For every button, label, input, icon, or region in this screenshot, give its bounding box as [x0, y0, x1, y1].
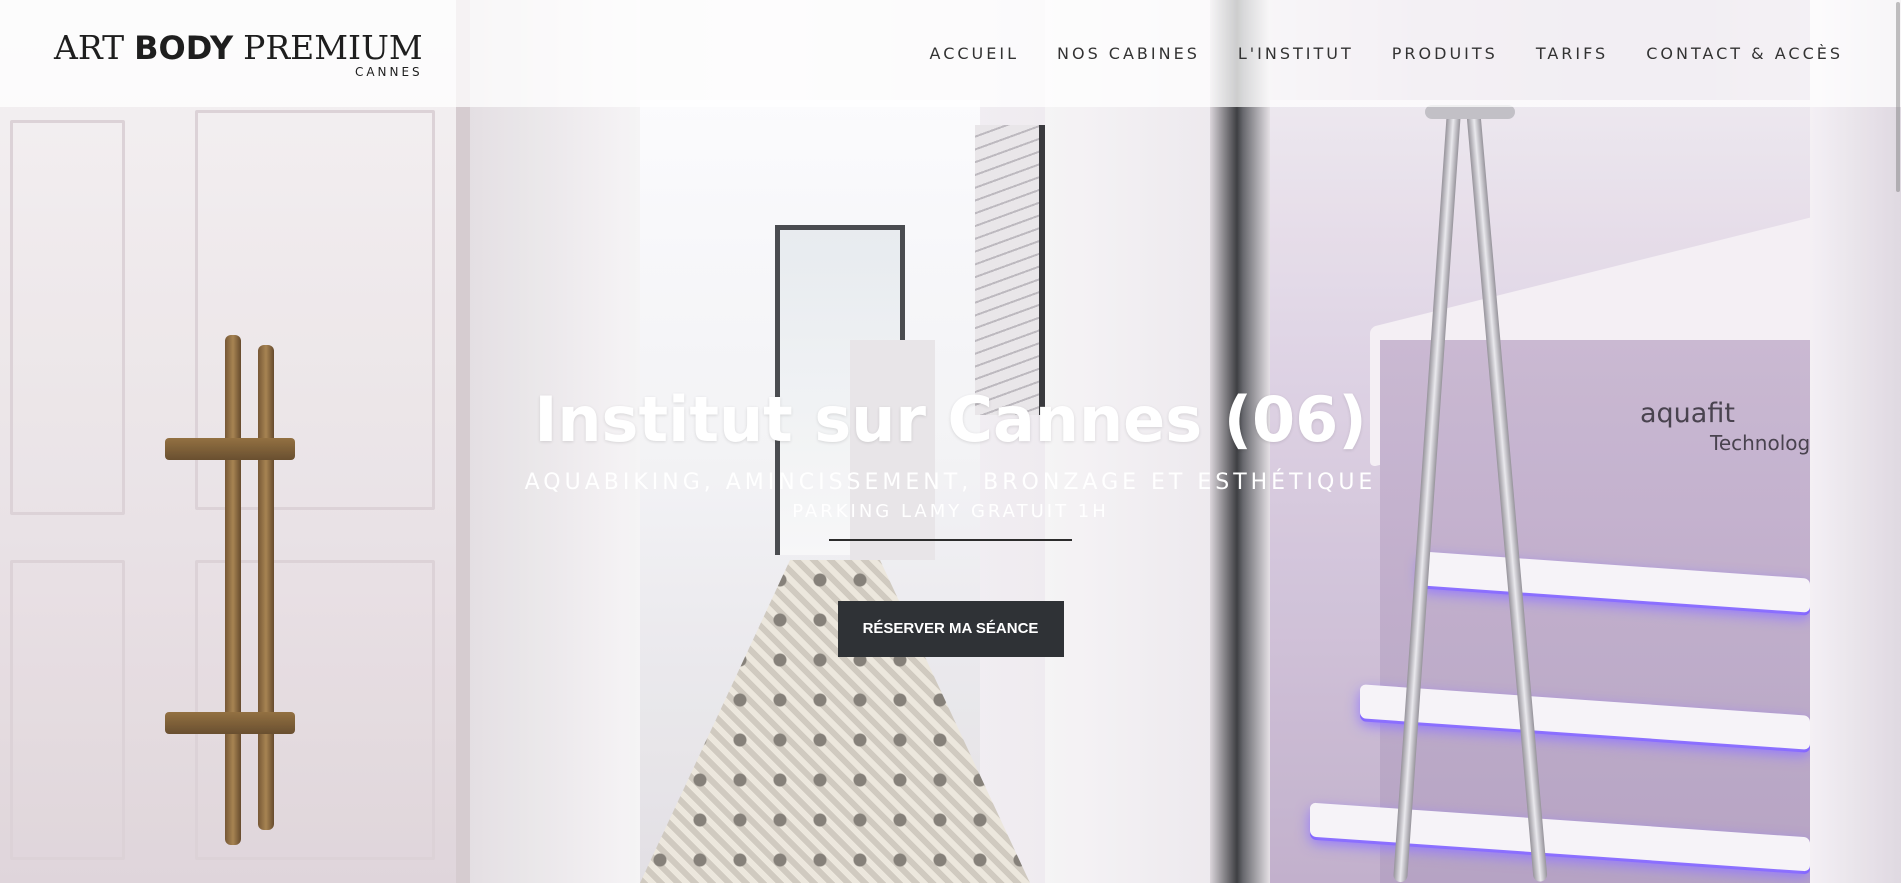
- book-session-button[interactable]: RÉSERVER MA SÉANCE: [837, 601, 1064, 657]
- logo-word-premium: PREMIUM: [243, 28, 423, 67]
- scrollbar-thumb[interactable]: [1896, 2, 1900, 192]
- logo-city: CANNES: [354, 65, 423, 79]
- site-header: ART BODY PREMIUM CANNES ACCUEIL NOS CABI…: [0, 0, 1901, 107]
- hero-parking-note: PARKING LAMY GRATUIT 1H: [792, 501, 1109, 522]
- hero-content: Institut sur Cannes (06) AQUABIKING, AMI…: [0, 385, 1901, 657]
- hero-subtitle: AQUABIKING, AMINCISSEMENT, BRONZAGE ET E…: [524, 470, 1377, 495]
- logo-word-art: ART: [54, 28, 125, 67]
- page-scrollbar[interactable]: [1895, 0, 1901, 883]
- hero-title: Institut sur Cannes (06): [534, 383, 1367, 456]
- nav-item-institut[interactable]: L'INSTITUT: [1238, 44, 1354, 63]
- logo-word-body: BODY: [134, 29, 234, 67]
- nav-item-contact-acces[interactable]: CONTACT & ACCÈS: [1646, 44, 1843, 63]
- logo-wordmark: ART BODY PREMIUM: [54, 28, 423, 67]
- hero-divider: [829, 539, 1072, 541]
- site-logo[interactable]: ART BODY PREMIUM CANNES: [54, 28, 423, 79]
- main-nav: ACCUEIL NOS CABINES L'INSTITUT PRODUITS …: [930, 44, 1843, 63]
- nav-item-produits[interactable]: PRODUITS: [1392, 44, 1498, 63]
- nav-item-tarifs[interactable]: TARIFS: [1536, 44, 1608, 63]
- nav-item-accueil[interactable]: ACCUEIL: [930, 44, 1019, 63]
- nav-item-nos-cabines[interactable]: NOS CABINES: [1057, 44, 1200, 63]
